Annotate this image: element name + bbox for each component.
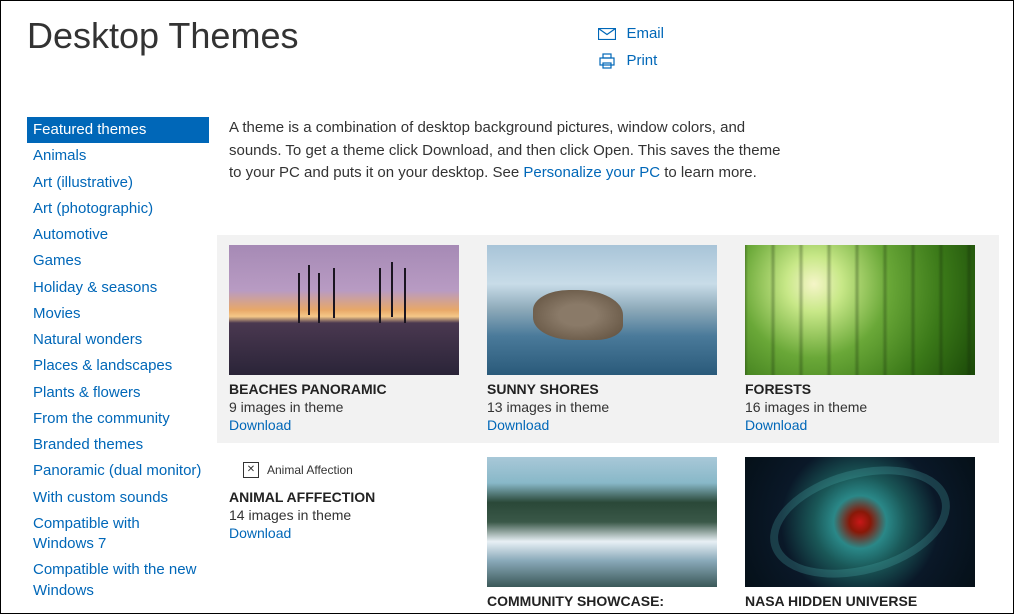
theme-subtitle: 9 images in theme (229, 399, 469, 415)
sidebar-item-art-illustrative[interactable]: Art (illustrative) (27, 170, 209, 196)
sidebar-item-art-photographic[interactable]: Art (photographic) (27, 196, 209, 222)
broken-image-icon: ✕ (243, 462, 259, 478)
sidebar-item-custom-sounds[interactable]: With custom sounds (27, 485, 209, 511)
theme-card-animal-affection: ✕ Animal Affection ANIMAL AFFFECTION 14 … (229, 457, 469, 609)
sidebar-item-compat-win7[interactable]: Compatible with Windows 7 (27, 511, 209, 558)
sidebar-item-natural-wonders[interactable]: Natural wonders (27, 327, 209, 353)
sidebar-item-branded-themes[interactable]: Branded themes (27, 432, 209, 458)
download-link[interactable]: Download (487, 417, 727, 433)
email-label: Email (626, 25, 664, 42)
header-actions: Email Print (598, 25, 664, 79)
sidebar-item-plants-flowers[interactable]: Plants & flowers (27, 380, 209, 406)
sidebar-item-movies[interactable]: Movies (27, 301, 209, 327)
email-icon (598, 26, 616, 42)
theme-card-community-showcase: COMMUNITY SHOWCASE: (487, 457, 727, 609)
print-icon (598, 53, 616, 69)
sidebar-item-games[interactable]: Games (27, 248, 209, 274)
themes-row-featured: BEACHES PANORAMIC 9 images in theme Down… (217, 235, 999, 443)
print-link[interactable]: Print (598, 52, 664, 69)
theme-card-nasa: NASA HIDDEN UNIVERSE (745, 457, 985, 609)
theme-title: FORESTS (745, 381, 985, 397)
theme-thumb[interactable] (487, 457, 717, 587)
theme-thumb[interactable] (487, 245, 717, 375)
theme-subtitle: 16 images in theme (745, 399, 985, 415)
theme-subtitle: 13 images in theme (487, 399, 727, 415)
page-title: Desktop Themes (27, 15, 298, 57)
download-link[interactable]: Download (745, 417, 985, 433)
theme-subtitle: 14 images in theme (229, 507, 469, 523)
sidebar-item-panoramic[interactable]: Panoramic (dual monitor) (27, 458, 209, 484)
sidebar-item-featured[interactable]: Featured themes (27, 117, 209, 143)
theme-title: NASA HIDDEN UNIVERSE (745, 593, 985, 609)
download-link[interactable]: Download (229, 417, 469, 433)
sidebar-item-automotive[interactable]: Automotive (27, 222, 209, 248)
theme-title: BEACHES PANORAMIC (229, 381, 469, 397)
theme-thumb[interactable] (745, 457, 975, 587)
intro-after: to learn more. (660, 164, 757, 181)
sidebar-item-holiday-seasons[interactable]: Holiday & seasons (27, 275, 209, 301)
print-label: Print (626, 52, 657, 69)
theme-card-forests: FORESTS 16 images in theme Download (745, 245, 985, 433)
theme-thumb[interactable] (229, 245, 459, 375)
theme-title: ANIMAL AFFFECTION (229, 489, 469, 505)
theme-title: SUNNY SHORES (487, 381, 727, 397)
intro-text: A theme is a combination of desktop back… (229, 117, 789, 185)
download-link[interactable]: Download (229, 525, 469, 541)
sidebar: Featured themes Animals Art (illustrativ… (27, 117, 209, 609)
sidebar-item-places-landscapes[interactable]: Places & landscapes (27, 353, 209, 379)
sidebar-item-animals[interactable]: Animals (27, 143, 209, 169)
main-content: A theme is a combination of desktop back… (209, 117, 987, 609)
sidebar-item-compat-new-windows[interactable]: Compatible with the new Windows (27, 557, 209, 604)
placeholder-label: Animal Affection (267, 463, 353, 477)
personalize-link[interactable]: Personalize your PC (523, 164, 660, 181)
email-link[interactable]: Email (598, 25, 664, 42)
theme-thumb[interactable] (745, 245, 975, 375)
sidebar-item-from-community[interactable]: From the community (27, 406, 209, 432)
themes-row-second: ✕ Animal Affection ANIMAL AFFFECTION 14 … (229, 457, 987, 609)
theme-title: COMMUNITY SHOWCASE: (487, 593, 727, 609)
theme-thumb-missing[interactable]: ✕ Animal Affection (229, 457, 459, 483)
theme-card-beaches: BEACHES PANORAMIC 9 images in theme Down… (229, 245, 469, 433)
theme-card-sunny-shores: SUNNY SHORES 13 images in theme Download (487, 245, 727, 433)
